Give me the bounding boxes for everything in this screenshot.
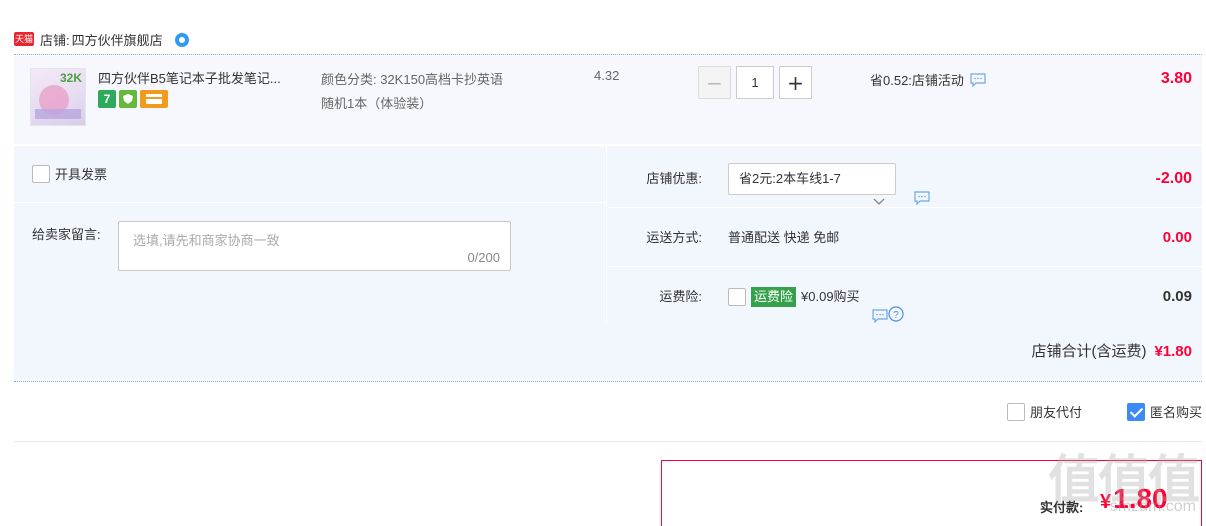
item-discount: 省0.52:店铺活动 <box>870 70 986 89</box>
anonymous-buy-checkbox[interactable] <box>1126 402 1145 421</box>
wangwang-chat-icon[interactable] <box>173 30 191 48</box>
chevron-down-icon <box>873 174 885 205</box>
thumbnail-decoration-bar <box>35 109 81 119</box>
anonymous-buy-option[interactable]: 匿名购买 <box>1126 402 1202 421</box>
shop-label: 店铺: <box>40 32 70 48</box>
comment-icon[interactable] <box>970 72 986 87</box>
credit-card-icon[interactable] <box>140 90 168 108</box>
insurance-price: ¥0.09购买 <box>801 289 860 304</box>
service-tags: 7 <box>98 90 168 108</box>
order-left-column: 开具发票 给卖家留言: 选填,请先和商家协商一致 0/200 <box>14 146 607 322</box>
seller-message-input[interactable]: 选填,请先和商家协商一致 0/200 <box>118 221 511 271</box>
shop-discount-select[interactable]: 省2元:2本车线1-7 <box>728 163 896 205</box>
invoice-option[interactable]: 开具发票 <box>32 164 107 183</box>
left-divider <box>14 202 607 203</box>
sku-info: 颜色分类: 32K150高档卡抄英语 随机1本（体验装） <box>321 68 503 116</box>
friend-pay-option[interactable]: 朋友代付 <box>1006 402 1082 421</box>
seller-message-counter: 0/200 <box>467 250 500 265</box>
item-total-price: 3.80 <box>1160 70 1192 87</box>
shop-subtotal-amount: ¥1.80 <box>1154 343 1192 360</box>
thumbnail-size-text: 32K <box>59 71 82 85</box>
shop-discount-label: 店铺优惠: <box>646 171 702 186</box>
quantity-increase-button[interactable]: + <box>779 66 812 99</box>
friend-pay-label: 朋友代付 <box>1029 405 1082 420</box>
product-title-link[interactable]: 四方伙伴B5笔记本子批发笔记... <box>98 68 308 87</box>
invoice-label: 开具发票 <box>55 167 108 182</box>
quantity-decrease-button[interactable]: − <box>698 66 731 99</box>
checkout-options: 朋友代付 匿名购买 <box>14 396 1202 430</box>
shipping-label: 运送方式: <box>646 230 702 245</box>
shipping-insurance-row: 运费险: 运费险 ¥0.09购买 ? 0.09 <box>608 268 1202 326</box>
shop-discount-selected: 省2元:2本车线1-7 <box>739 171 841 186</box>
unit-price: 4.32 <box>594 68 620 83</box>
shop-name-link[interactable]: 四方伙伴旗舰店 <box>72 30 163 49</box>
sku-color: 颜色分类: 32K150高档卡抄英语 <box>321 72 504 87</box>
svg-text:?: ? <box>893 310 899 321</box>
shop-discount-value: 省2元:2本车线1-7 <box>728 150 930 208</box>
shipping-amount: 0.00 <box>1162 229 1192 246</box>
comment-icon[interactable] <box>914 172 930 206</box>
insurance-amount: 0.09 <box>1162 288 1192 305</box>
invoice-checkbox[interactable] <box>32 164 50 183</box>
cart-item-row: 32K 四方伙伴B5笔记本子批发笔记... 7 颜色分类: 32K150高档卡抄… <box>14 56 1202 144</box>
quantity-input[interactable]: 1 <box>736 66 774 99</box>
seller-message-label: 给卖家留言: <box>32 227 101 242</box>
insurance-value: 运费险 ¥0.09购买 ? <box>728 268 904 326</box>
shipping-row: 运送方式: 普通配送 快递 免邮 0.00 <box>608 209 1202 267</box>
shop-discount-amount: -2.00 <box>1155 170 1192 187</box>
shop-subtotal: 店铺合计(含运费) ¥1.80 <box>1031 340 1192 361</box>
order-right-column: 店铺优惠: 省2元:2本车线1-7 -2.00 运送方式: 普通配送 快递 免邮… <box>608 146 1202 324</box>
item-discount-text: 省0.52:店铺活动 <box>870 73 964 88</box>
shop-discount-row: 店铺优惠: 省2元:2本车线1-7 -2.00 <box>608 150 1202 208</box>
comment-icon[interactable] <box>871 290 888 324</box>
seven-day-return-icon[interactable]: 7 <box>98 90 116 108</box>
shop-header: 天猫 店铺: 四方伙伴旗舰店 <box>14 26 191 52</box>
sku-variant: 随机1本（体验装） <box>321 96 433 111</box>
watermark-text: smzdm.com <box>1109 498 1196 515</box>
shop-subtotal-label: 店铺合计(含运费) <box>1031 343 1147 360</box>
insurance-label: 运费险: <box>659 289 702 304</box>
product-thumbnail[interactable]: 32K <box>30 68 86 126</box>
shop-divider <box>14 54 1202 55</box>
insurance-checkbox[interactable] <box>728 288 746 306</box>
insurance-tag: 运费险 <box>751 287 797 307</box>
shipping-value: 普通配送 快递 免邮 <box>728 230 840 245</box>
tmall-badge: 天猫 <box>14 32 34 46</box>
anonymous-buy-label: 匿名购买 <box>1149 405 1202 420</box>
order-options-panel: 开具发票 给卖家留言: 选填,请先和商家协商一致 0/200 店铺优惠: 省2元… <box>14 146 1202 382</box>
friend-pay-checkbox[interactable] <box>1006 402 1025 421</box>
help-icon[interactable]: ? <box>887 289 904 322</box>
quantity-stepper: − 1 + <box>698 66 812 99</box>
options-divider <box>14 441 1202 442</box>
guarantee-shield-icon[interactable] <box>119 90 137 108</box>
seller-message-placeholder: 选填,请先和商家协商一致 <box>133 233 280 248</box>
